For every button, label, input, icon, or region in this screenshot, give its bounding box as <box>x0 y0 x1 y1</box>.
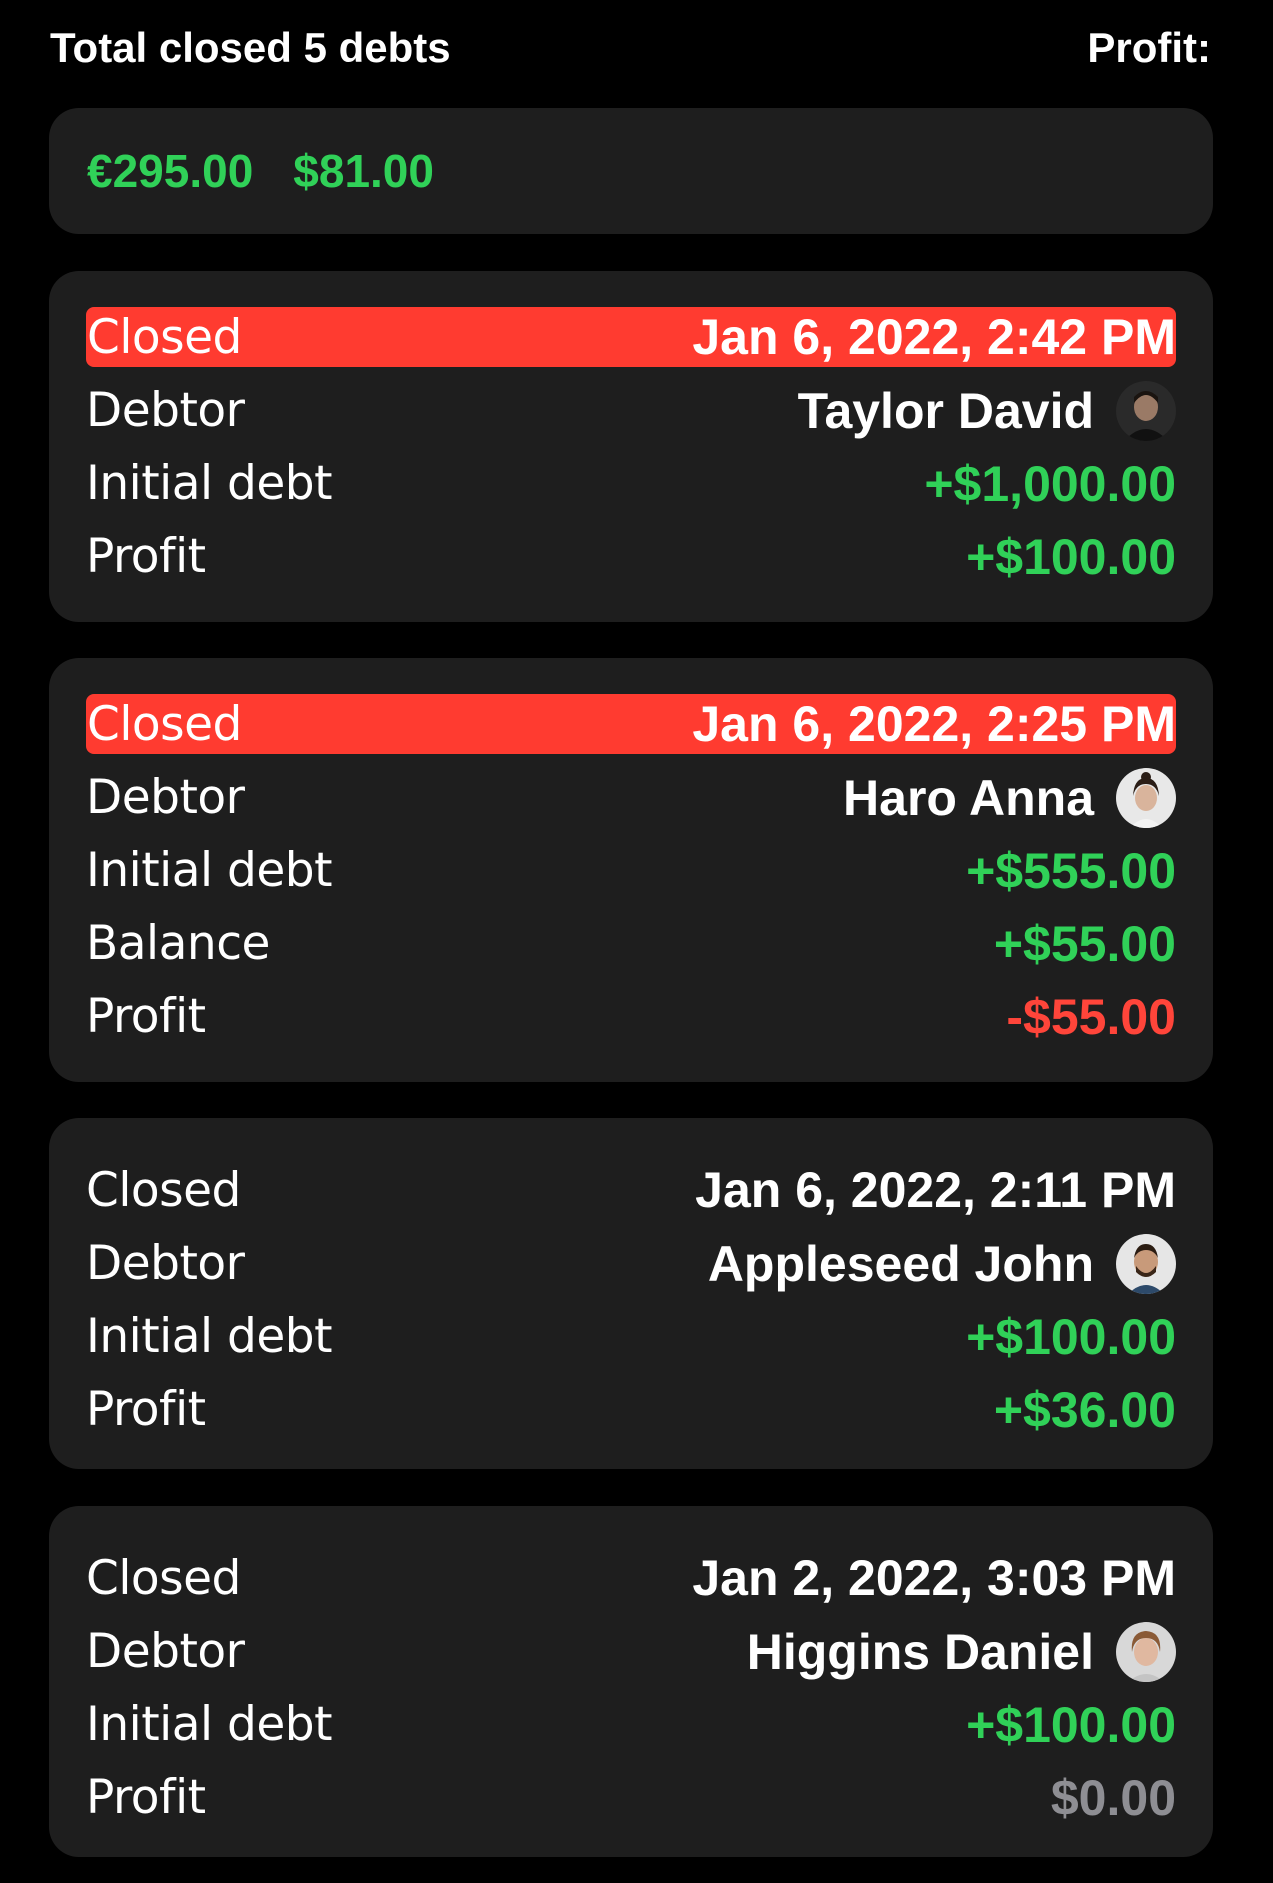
debtor-row: Debtor Higgins Daniel <box>86 1615 1176 1688</box>
profit-row-label: Profit <box>86 529 206 584</box>
debtor-row: Debtor Taylor David <box>86 374 1176 447</box>
initial-debt-row: Initial debt +$555.00 <box>86 834 1176 907</box>
header: Total closed 5 debts Profit: <box>50 18 1211 78</box>
avatar-haro-anna-icon <box>1116 767 1176 828</box>
profit-value: +$36.00 <box>993 1381 1176 1438</box>
closed-label: Closed <box>87 309 242 365</box>
profit-row-label: Profit <box>86 1770 206 1825</box>
closed-date: Jan 6, 2022, 2:42 PM <box>692 309 1176 365</box>
closed-row: Closed Jan 6, 2022, 2:25 PM <box>86 694 1176 754</box>
balance-label: Balance <box>86 916 270 971</box>
closed-label: Closed <box>87 696 242 752</box>
initial-debt-row: Initial debt +$1,000.00 <box>86 447 1176 520</box>
closed-label: Closed <box>86 1550 241 1606</box>
profit-summary-card: €295.00 $81.00 <box>49 108 1213 234</box>
closed-date: Jan 2, 2022, 3:03 PM <box>692 1550 1176 1606</box>
profit-value: $0.00 <box>1050 1769 1176 1826</box>
closed-row: Closed Jan 6, 2022, 2:11 PM <box>86 1160 1176 1220</box>
debtor-label: Debtor <box>86 770 245 825</box>
debt-card[interactable]: Closed Jan 6, 2022, 2:42 PM Debtor Taylo… <box>49 271 1213 622</box>
debt-card[interactable]: Closed Jan 6, 2022, 2:25 PM Debtor Haro … <box>49 658 1213 1082</box>
closed-date: Jan 6, 2022, 2:11 PM <box>695 1162 1176 1218</box>
profit-label: Profit: <box>1087 24 1211 71</box>
closed-label: Closed <box>86 1162 241 1218</box>
initial-debt-label: Initial debt <box>86 1697 333 1752</box>
initial-debt-row: Initial debt +$100.00 <box>86 1688 1176 1761</box>
profit-row: Profit +$36.00 <box>86 1373 1176 1446</box>
profit-value: -$55.00 <box>1006 988 1176 1045</box>
debtor-name: Haro Anna <box>843 769 1094 826</box>
initial-debt-value: +$100.00 <box>966 1696 1176 1753</box>
initial-debt-value: +$100.00 <box>966 1308 1176 1365</box>
profit-usd-amount: $81.00 <box>293 145 434 197</box>
profit-euro-amount: €295.00 <box>87 145 254 197</box>
debtor-name: Higgins Daniel <box>746 1623 1094 1680</box>
debtor-row: Debtor Appleseed John <box>86 1227 1176 1300</box>
debtor-row: Debtor Haro Anna <box>86 761 1176 834</box>
total-closed-title: Total closed 5 debts <box>50 24 451 71</box>
initial-debt-label: Initial debt <box>86 843 333 898</box>
initial-debt-row: Initial debt +$100.00 <box>86 1300 1176 1373</box>
closed-row: Closed Jan 6, 2022, 2:42 PM <box>86 307 1176 367</box>
initial-debt-value: +$1,000.00 <box>924 455 1176 512</box>
avatar-taylor-david-icon <box>1116 380 1176 441</box>
profit-row-label: Profit <box>86 989 206 1044</box>
debt-card[interactable]: Closed Jan 2, 2022, 3:03 PM Debtor Higgi… <box>49 1506 1213 1857</box>
profit-row-label: Profit <box>86 1382 206 1437</box>
profit-value: +$100.00 <box>966 528 1176 585</box>
profit-row: Profit $0.00 <box>86 1761 1176 1834</box>
initial-debt-label: Initial debt <box>86 1309 333 1364</box>
avatar-higgins-daniel-icon <box>1116 1621 1176 1682</box>
profit-row: Profit +$100.00 <box>86 520 1176 593</box>
profit-row: Profit -$55.00 <box>86 980 1176 1053</box>
balance-value: +$55.00 <box>993 915 1176 972</box>
initial-debt-label: Initial debt <box>86 456 333 511</box>
debtor-label: Debtor <box>86 383 245 438</box>
debtor-label: Debtor <box>86 1624 245 1679</box>
avatar-appleseed-john-icon <box>1116 1233 1176 1294</box>
debtor-name: Appleseed John <box>707 1235 1094 1292</box>
closed-row: Closed Jan 2, 2022, 3:03 PM <box>86 1548 1176 1608</box>
initial-debt-value: +$555.00 <box>966 842 1176 899</box>
closed-date: Jan 6, 2022, 2:25 PM <box>692 696 1176 752</box>
debtor-name: Taylor David <box>797 382 1094 439</box>
debtor-label: Debtor <box>86 1236 245 1291</box>
balance-row: Balance +$55.00 <box>86 907 1176 980</box>
debt-card[interactable]: Closed Jan 6, 2022, 2:11 PM Debtor Apple… <box>49 1118 1213 1469</box>
